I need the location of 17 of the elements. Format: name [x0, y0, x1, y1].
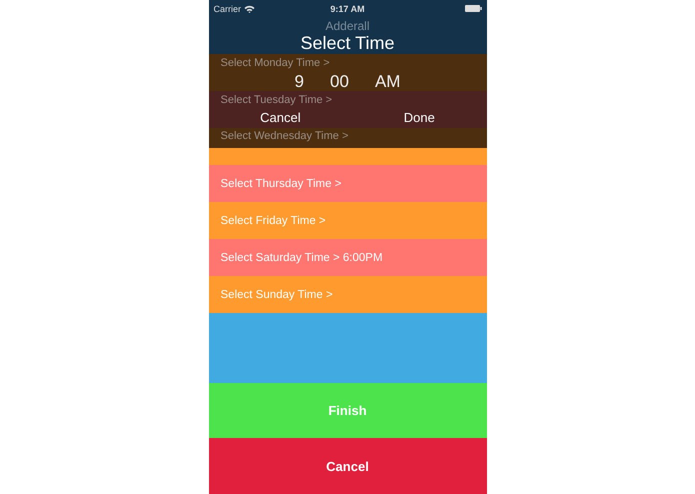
picker-cancel-button[interactable]: Cancel	[240, 110, 321, 125]
day-time-row[interactable]: Select Wednesday Time >	[208, 128, 486, 165]
picker-done-button[interactable]: Done	[384, 110, 455, 125]
day-time-row[interactable]: Select Friday Time >	[208, 202, 486, 239]
picker-value[interactable]: 9	[294, 72, 304, 91]
battery-icon	[464, 5, 482, 12]
nav-title: Adderall	[325, 19, 370, 33]
picker-value[interactable]: AM	[374, 72, 400, 91]
clock-label: 9:17 AM	[330, 4, 365, 14]
day-time-row[interactable]: Select Saturday Time > 6:00PM	[208, 239, 486, 276]
picker-value[interactable]: 00	[330, 72, 349, 91]
day-time-row[interactable]: Select Thursday Time >	[208, 165, 486, 202]
picker-title: Select Time	[300, 33, 395, 53]
wifi-icon	[244, 4, 256, 12]
carrier-label: Carrier	[214, 4, 242, 14]
day-time-row[interactable]: Select Sunday Time >	[208, 276, 486, 313]
action-button[interactable]: Cancel	[208, 438, 486, 494]
